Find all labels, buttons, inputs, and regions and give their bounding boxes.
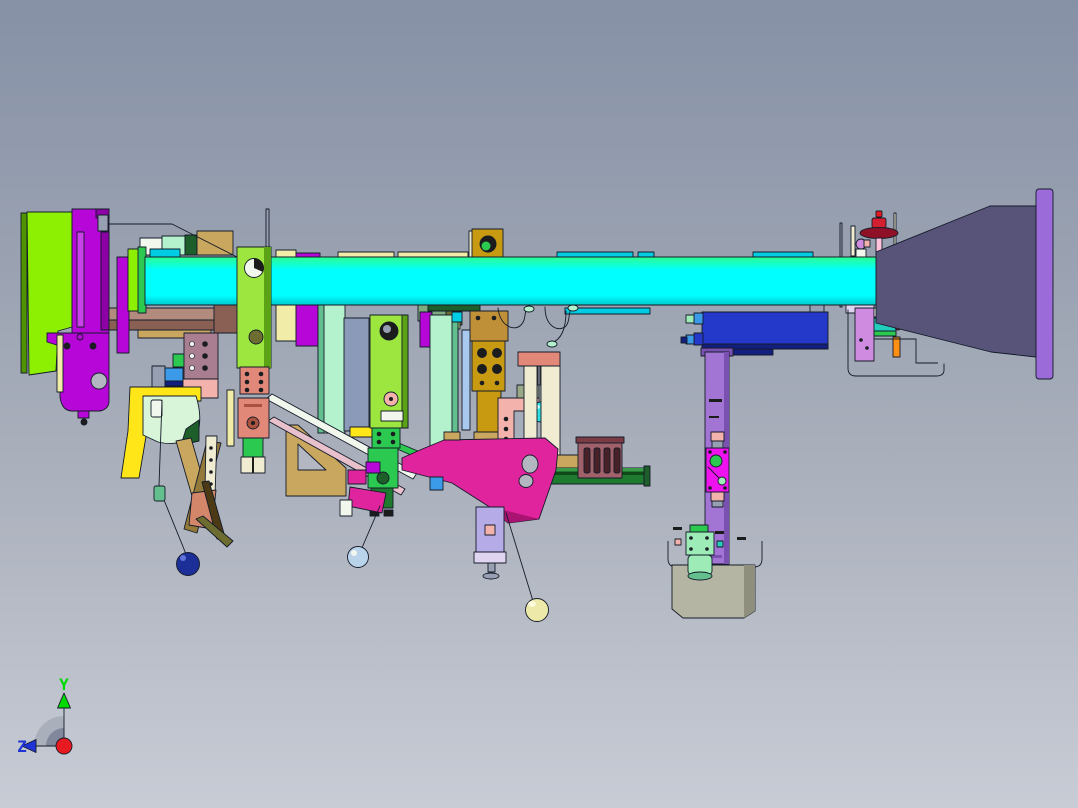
bracket-hole: [518, 474, 534, 488]
lever-ball-yellow[interactable]: [525, 598, 549, 622]
axis-z-label: Z: [17, 737, 27, 756]
axis-y-label: Y: [59, 675, 69, 694]
part-slot-basket[interactable]: [575, 436, 625, 479]
bracket-hole: [90, 372, 108, 390]
origin-ball: [55, 737, 73, 755]
bracket-hole: [521, 454, 539, 474]
lever-ball-steel[interactable]: [347, 546, 369, 568]
cad-viewport[interactable]: Y Z: [0, 0, 1078, 808]
valve-ball: [709, 454, 723, 468]
lever-ball-navy[interactable]: [176, 552, 200, 576]
part-cylinder-block[interactable]: [680, 304, 829, 356]
